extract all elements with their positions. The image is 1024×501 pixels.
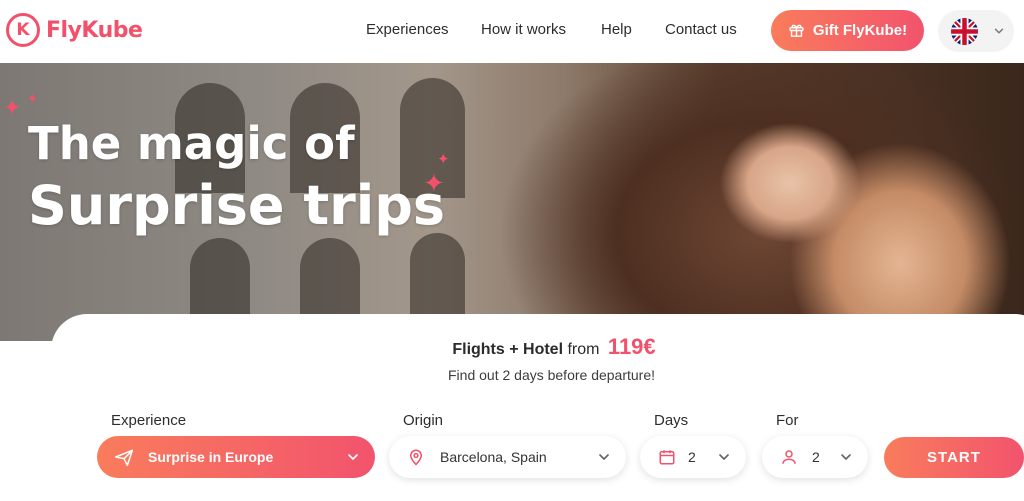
sparkle-icon: ✦ bbox=[437, 151, 450, 168]
sparkle-icon: ✦ bbox=[27, 91, 38, 106]
chevron-down-icon bbox=[992, 24, 1006, 38]
travelers-select[interactable]: 2 bbox=[762, 436, 868, 478]
offer-from: from bbox=[567, 341, 600, 358]
days-label: Days bbox=[654, 412, 689, 429]
person-icon bbox=[780, 448, 798, 466]
offer-headline: Flights + Hotel from 119€ bbox=[0, 334, 1024, 360]
nav-link-how-it-works[interactable]: How it works bbox=[481, 21, 566, 38]
origin-label: Origin bbox=[403, 412, 444, 429]
logo-mark-icon: K bbox=[6, 13, 40, 47]
for-label: For bbox=[776, 412, 799, 429]
gift-button-label: Gift FlyKube! bbox=[812, 22, 908, 39]
days-value: 2 bbox=[688, 449, 696, 465]
chevron-down-icon bbox=[838, 449, 854, 465]
top-navbar: K FlyKube Experiences How it works Help … bbox=[0, 0, 1024, 63]
experience-select[interactable]: Surprise in Europe bbox=[97, 436, 375, 478]
airplane-icon bbox=[114, 447, 134, 467]
experience-label: Experience bbox=[111, 412, 187, 429]
language-selector[interactable] bbox=[938, 10, 1014, 52]
sparkle-icon: ✦ bbox=[3, 95, 22, 120]
nav-link-experiences[interactable]: Experiences bbox=[366, 21, 449, 38]
start-button[interactable]: START bbox=[884, 437, 1024, 478]
offer-price: 119€ bbox=[607, 334, 656, 359]
experience-value: Surprise in Europe bbox=[148, 449, 274, 465]
brand-logo[interactable]: K FlyKube bbox=[6, 13, 143, 47]
calendar-icon bbox=[658, 448, 676, 466]
chevron-down-icon bbox=[596, 449, 612, 465]
origin-select[interactable]: Barcelona, Spain bbox=[389, 436, 626, 478]
chevron-down-icon bbox=[345, 449, 361, 465]
location-pin-icon bbox=[407, 447, 425, 467]
days-select[interactable]: 2 bbox=[640, 436, 746, 478]
hero-title-line2: Surprise trips bbox=[28, 174, 446, 237]
origin-value: Barcelona, Spain bbox=[440, 449, 547, 465]
travelers-value: 2 bbox=[812, 449, 820, 465]
offer-label: Flights + Hotel bbox=[452, 341, 564, 358]
chevron-down-icon bbox=[716, 449, 732, 465]
brand-name: FlyKube bbox=[46, 17, 143, 43]
offer-subtitle: Find out 2 days before departure! bbox=[448, 367, 656, 383]
hero-title-line1: The magic of bbox=[28, 117, 355, 170]
nav-link-contact-us[interactable]: Contact us bbox=[665, 21, 737, 38]
nav-link-help[interactable]: Help bbox=[601, 21, 632, 38]
uk-flag-icon bbox=[951, 17, 978, 45]
gift-flykube-button[interactable]: Gift FlyKube! bbox=[771, 10, 924, 51]
gift-icon bbox=[788, 22, 805, 39]
logo-mark-letter: K bbox=[16, 20, 30, 40]
